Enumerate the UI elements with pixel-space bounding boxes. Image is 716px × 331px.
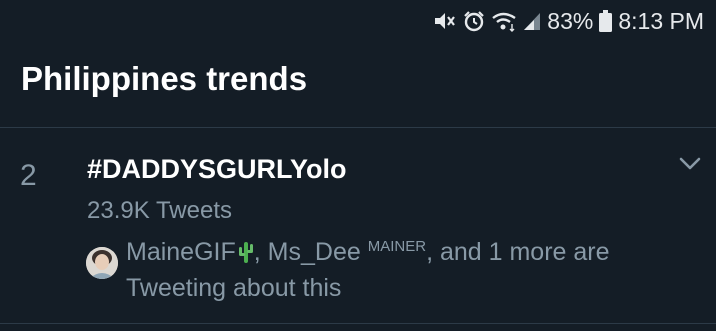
- signal-icon: [523, 11, 541, 31]
- trend-name[interactable]: #DADDYSGURLYolo: [87, 156, 347, 183]
- battery-percent: 83%: [547, 7, 594, 34]
- wifi-icon: [491, 10, 517, 32]
- alarm-icon: [463, 10, 485, 32]
- context-user-1[interactable]: MaineGIF: [126, 238, 236, 266]
- divider: [0, 127, 716, 128]
- mute-icon: [433, 10, 457, 32]
- context-user-2-superscript: MAINER: [367, 238, 427, 255]
- trend-rank: 2: [20, 159, 37, 192]
- cactus-icon: [238, 242, 253, 263]
- status-bar: 83% 8:13 PM: [0, 0, 716, 42]
- chevron-down-icon[interactable]: [677, 154, 703, 174]
- trend-context: MaineGIF , Ms_Dee MAINER, and 1 more are…: [126, 234, 686, 306]
- tweet-count: 23.9K Tweets: [87, 197, 232, 224]
- page-title: Philippines trends: [21, 60, 308, 97]
- divider: [0, 323, 716, 324]
- clock: 8:13 PM: [618, 7, 704, 34]
- avatar[interactable]: [86, 247, 118, 279]
- context-separator: ,: [253, 238, 268, 266]
- battery-icon: [599, 10, 613, 32]
- context-user-2[interactable]: Ms_Dee: [268, 238, 361, 266]
